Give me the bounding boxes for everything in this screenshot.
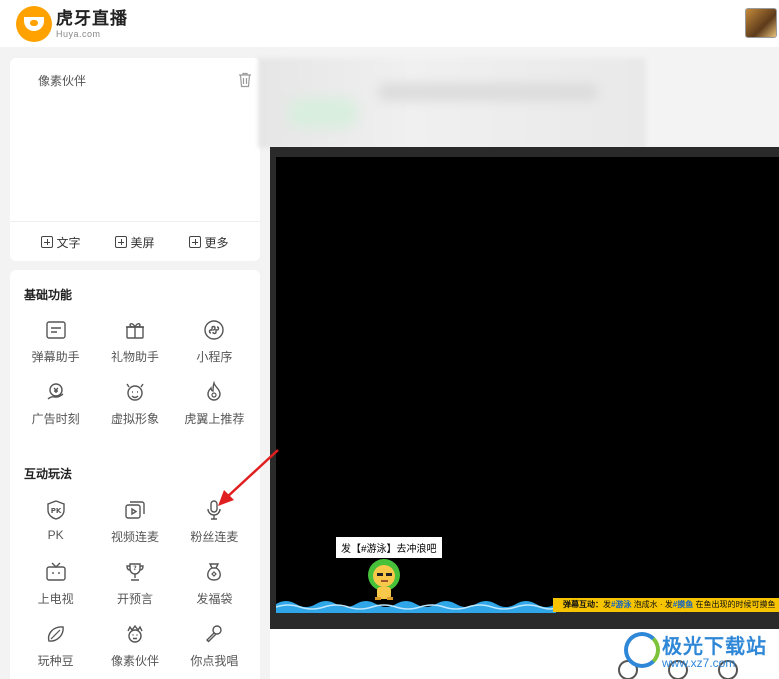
lucky-bag-icon	[207, 563, 222, 581]
tool-danmaku-helper[interactable]: 弹幕助手	[16, 318, 95, 365]
tool-huya-recommend[interactable]: 虎翼上推荐	[175, 380, 254, 427]
plus-icon	[189, 236, 202, 248]
huya-logo[interactable]: 虎牙直播 Huya.com	[16, 6, 128, 42]
bean-icon	[47, 626, 64, 642]
tool-pk[interactable]: PK PK	[16, 498, 95, 545]
huya-logo-icon	[16, 6, 52, 42]
tool-on-tv[interactable]: 上电视	[16, 560, 95, 607]
water-waves	[276, 601, 556, 613]
add-text-button[interactable]: 文字	[41, 234, 81, 251]
watermark-logo-icon	[624, 632, 660, 668]
avatar-face-icon	[126, 383, 144, 401]
add-screen-button[interactable]: 美屏	[115, 234, 155, 251]
watermark-url: www.xz7.com	[662, 656, 736, 670]
tool-mini-program[interactable]: 小程序	[175, 318, 254, 365]
tool-virtual-avatar[interactable]: 虚拟形象	[95, 380, 174, 427]
tv-icon	[45, 562, 66, 581]
pixel-lion-mascot	[368, 559, 400, 600]
brand-name: 虎牙直播	[56, 8, 128, 28]
pixel-pet-icon	[127, 624, 143, 643]
tool-you-pick-i-sing[interactable]: 你点我唱	[175, 622, 254, 669]
tool-prediction[interactable]: ? 开预言	[95, 560, 174, 607]
svg-text:PK: PK	[50, 507, 61, 515]
tool-pixel-partner[interactable]: 像素伙伴	[95, 622, 174, 669]
divider	[10, 221, 260, 222]
tool-video-link[interactable]: 视频连麦	[95, 498, 174, 545]
basic-tools-grid: 弹幕助手 礼物助手 小程序 广告时刻 虚拟形象 虎翼上推荐	[10, 318, 260, 427]
brand-domain: Huya.com	[56, 28, 101, 39]
gift-icon	[125, 323, 144, 339]
source-item-pixel-partner[interactable]: 像素伙伴	[38, 72, 86, 89]
annotation-arrow	[218, 449, 279, 506]
plus-icon	[41, 236, 54, 248]
video-link-icon	[125, 501, 145, 519]
mini-program-icon	[204, 320, 225, 340]
source-panel: 像素伙伴 文字 美屏 更多	[10, 58, 260, 261]
section-title-interactive: 互动玩法	[24, 467, 73, 481]
svg-text:?: ?	[133, 565, 137, 572]
danmaku-interaction-ticker: 弹幕互动：发#游泳 泡成水 · 发#摸鱼 在鱼出现的时候可摸鱼	[553, 598, 779, 612]
danmaku-icon	[45, 321, 66, 339]
watermark-title: 极光下载站	[662, 636, 767, 658]
trophy-question-icon: ?	[126, 563, 144, 581]
top-bar: 虎牙直播 Huya.com	[0, 0, 779, 47]
site-watermark: 极光下载站 www.xz7.com	[618, 628, 778, 674]
pk-shield-icon: PK	[46, 500, 65, 520]
interactive-tools-grid: PK PK 视频连麦 粉丝连麦 上电视 ? 开预言 发福袋 玩种豆 像素伙伴 你…	[10, 498, 260, 669]
tool-plant-beans[interactable]: 玩种豆	[16, 622, 95, 669]
tool-ad-time[interactable]: 广告时刻	[16, 380, 95, 427]
blurred-preview-bar	[258, 58, 646, 148]
add-source-row: 文字 美屏 更多	[10, 228, 260, 256]
plus-icon	[115, 236, 128, 248]
trash-icon[interactable]	[238, 72, 252, 88]
flame-icon	[207, 380, 222, 401]
mic-song-icon	[206, 625, 223, 643]
danmaku-hint-bubble: 发【#游泳】去冲浪吧	[336, 537, 442, 558]
add-more-button[interactable]: 更多	[189, 234, 229, 251]
tool-lucky-bag[interactable]: 发福袋	[175, 560, 254, 607]
ad-money-icon	[47, 383, 64, 400]
tool-gift-helper[interactable]: 礼物助手	[95, 318, 174, 365]
section-title-basic: 基础功能	[24, 288, 73, 302]
user-avatar[interactable]	[745, 8, 777, 38]
